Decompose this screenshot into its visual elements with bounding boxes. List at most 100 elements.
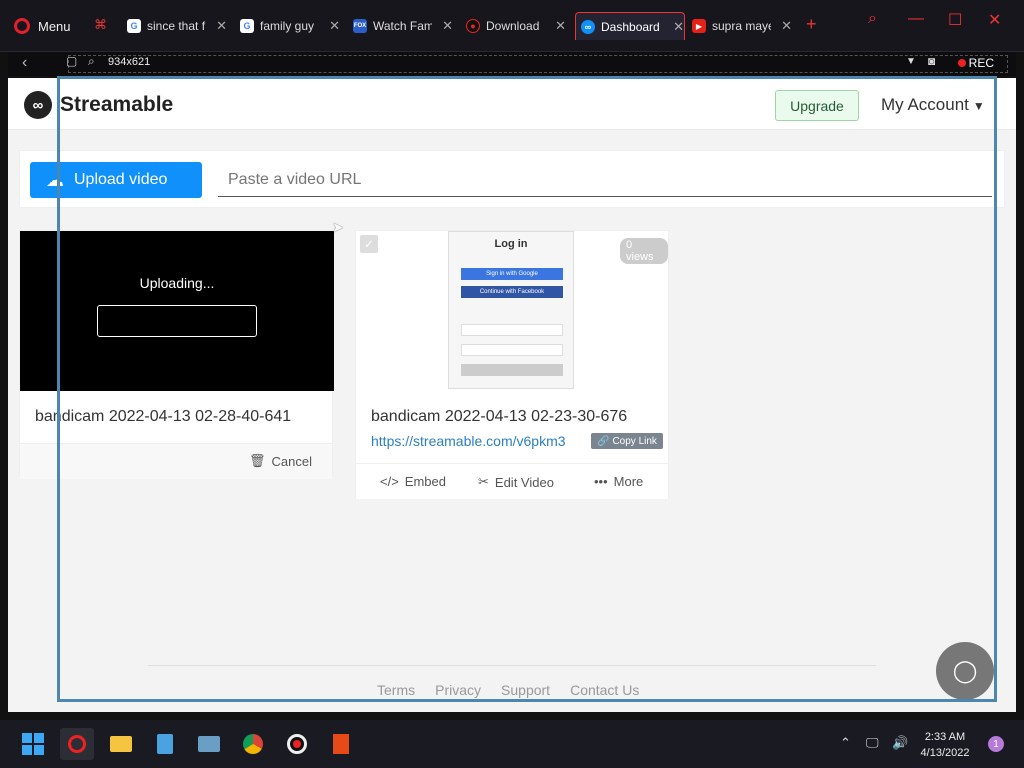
new-tab-button[interactable]: +: [806, 14, 817, 35]
video-url-input[interactable]: [218, 163, 992, 197]
start-button[interactable]: [16, 728, 50, 760]
tab-title: Watch Fam: [373, 19, 433, 33]
record-dot-icon: [957, 59, 966, 67]
video-card-uploading: Uploading... bandicam 2022-04-13 02-28-4…: [19, 230, 334, 479]
minimize-icon[interactable]: —: [908, 10, 924, 28]
tab-since-that[interactable]: G since that f ✕: [127, 12, 227, 40]
taskbar-bandicam[interactable]: [280, 728, 314, 760]
windows-logo-icon: [22, 733, 44, 755]
help-chat-button[interactable]: ◯: [936, 642, 994, 700]
fox-icon: FOX: [353, 19, 367, 33]
volume-icon[interactable]: 🔊: [892, 735, 908, 751]
close-window-icon[interactable]: ✕: [988, 10, 1001, 30]
gamepad-icon[interactable]: ⌘: [94, 17, 107, 33]
video-card[interactable]: Log in Sign in with Google Continue with…: [355, 230, 669, 499]
address-bar: ‹ ▢ ⌕ 934x621 ▼ ◙ REC: [8, 52, 1016, 76]
thumb-login-title: Log in: [494, 238, 528, 250]
video-title: bandicam 2022-04-13 02-28-40-641: [35, 408, 292, 425]
more-label: More: [613, 474, 644, 489]
copy-link-button[interactable]: 🔗 Copy Link: [591, 433, 663, 449]
tab-title: family guy: [260, 19, 315, 33]
tab-title: supra maye: [712, 19, 772, 33]
capture-dimensions: 934x621: [108, 56, 151, 68]
back-arrow-icon[interactable]: ‹: [22, 54, 27, 72]
video-link[interactable]: https://streamable.com/v6pkm3: [371, 433, 566, 449]
copy-link-label: Copy Link: [612, 435, 657, 447]
bandicam-icon: [287, 734, 307, 754]
caret-down-icon: ▼: [972, 99, 985, 113]
taskbar-chrome[interactable]: [236, 728, 270, 760]
streamable-icon: ∞: [581, 19, 595, 34]
tab-close-icon[interactable]: ✕: [555, 18, 566, 34]
tab-close-icon[interactable]: ✕: [673, 19, 684, 35]
footer-link-contact[interactable]: Contact Us: [570, 682, 639, 698]
upload-video-button[interactable]: ☁ Upload video: [30, 162, 202, 198]
taskbar-photos[interactable]: [192, 728, 226, 760]
clock[interactable]: 2:33 AM 4/13/2022: [914, 729, 976, 761]
opera-menu-button[interactable]: Menu: [14, 14, 71, 38]
account-label: My Account: [881, 95, 969, 114]
opera-icon: [68, 735, 86, 753]
taskbar-notepad[interactable]: [148, 728, 182, 760]
record-icon: ●: [466, 19, 480, 33]
chrome-icon: [243, 734, 263, 754]
brand-name: Streamable: [60, 93, 174, 116]
tab-supra[interactable]: ▶ supra maye ✕: [692, 12, 792, 40]
tab-close-icon[interactable]: ✕: [329, 18, 340, 34]
streamable-logo[interactable]: ∞ Streamable: [24, 91, 173, 119]
embed-button[interactable]: </> Embed: [380, 474, 446, 489]
tab-close-icon[interactable]: ✕: [216, 18, 227, 34]
tab-family-guy[interactable]: G family guy ✕: [240, 12, 340, 40]
notification-badge[interactable]: 1: [988, 736, 1004, 752]
thumb-facebook-button: Continue with Facebook: [461, 286, 563, 298]
upgrade-button[interactable]: Upgrade: [775, 90, 859, 121]
dropdown-arrow-icon[interactable]: ▼: [906, 56, 916, 67]
tab-watch-family[interactable]: FOX Watch Fam ✕: [353, 12, 453, 40]
tab-close-icon[interactable]: ✕: [781, 18, 792, 34]
footer-link-support[interactable]: Support: [501, 682, 550, 698]
more-button[interactable]: ••• More: [594, 474, 643, 489]
clock-date: 4/13/2022: [920, 747, 970, 759]
window-icon: ▢: [66, 54, 78, 68]
taskbar-office[interactable]: [324, 728, 358, 760]
tab-download[interactable]: ● Download ✕: [466, 12, 566, 40]
taskbar-file-explorer[interactable]: [104, 728, 138, 760]
taskbar: ⌃ 🖵 🔊 2:33 AM 4/13/2022 1: [0, 720, 1024, 768]
mouse-cursor-icon: ➤: [332, 219, 344, 235]
code-icon: </>: [380, 474, 399, 489]
check-icon: ✓: [363, 237, 375, 251]
cloud-upload-icon: ☁: [46, 169, 64, 190]
ellipsis-icon: •••: [594, 474, 608, 489]
tab-title: Dashboard: [601, 19, 660, 34]
footer-link-privacy[interactable]: Privacy: [435, 682, 481, 698]
upload-bar: ☁ Upload video: [19, 150, 1005, 208]
chat-bubble-icon: ◯: [952, 658, 978, 683]
taskbar-opera[interactable]: [60, 728, 94, 760]
thumb-google-button: Sign in with Google: [461, 268, 563, 280]
link-icon: 🔗: [597, 435, 610, 447]
show-hidden-icons[interactable]: ⌃: [840, 735, 851, 751]
edit-video-button[interactable]: ✂ Edit Video: [478, 474, 554, 490]
footer-link-terms[interactable]: Terms: [377, 682, 415, 698]
google-icon: G: [127, 19, 141, 33]
my-account-menu[interactable]: My Account ▼: [881, 95, 985, 115]
select-video-checkbox[interactable]: ✓: [360, 235, 378, 253]
network-icon[interactable]: 🖵: [866, 735, 879, 751]
camera-icon[interactable]: ◙: [928, 54, 935, 68]
tab-dashboard[interactable]: ∞ Dashboard ✕: [575, 12, 685, 40]
video-thumbnail[interactable]: Log in Sign in with Google Continue with…: [448, 231, 574, 389]
notepad-icon: [157, 734, 173, 754]
thumb-submit-button: [461, 364, 563, 376]
card-footer: 🗑 Cancel: [20, 443, 332, 479]
record-indicator[interactable]: REC: [957, 56, 994, 70]
footer-links: Terms Privacy Support Contact Us: [377, 682, 639, 698]
office-icon: [333, 734, 349, 754]
tab-close-icon[interactable]: ✕: [442, 18, 453, 34]
edit-label: Edit Video: [494, 474, 554, 490]
google-icon: G: [240, 19, 254, 33]
embed-label: Embed: [404, 474, 446, 489]
maximize-icon[interactable]: ☐: [948, 10, 962, 30]
search-icon[interactable]: ⌕: [868, 10, 877, 28]
magnifier-icon: ⌕: [88, 54, 95, 68]
cancel-upload-button[interactable]: 🗑 Cancel: [249, 453, 312, 469]
